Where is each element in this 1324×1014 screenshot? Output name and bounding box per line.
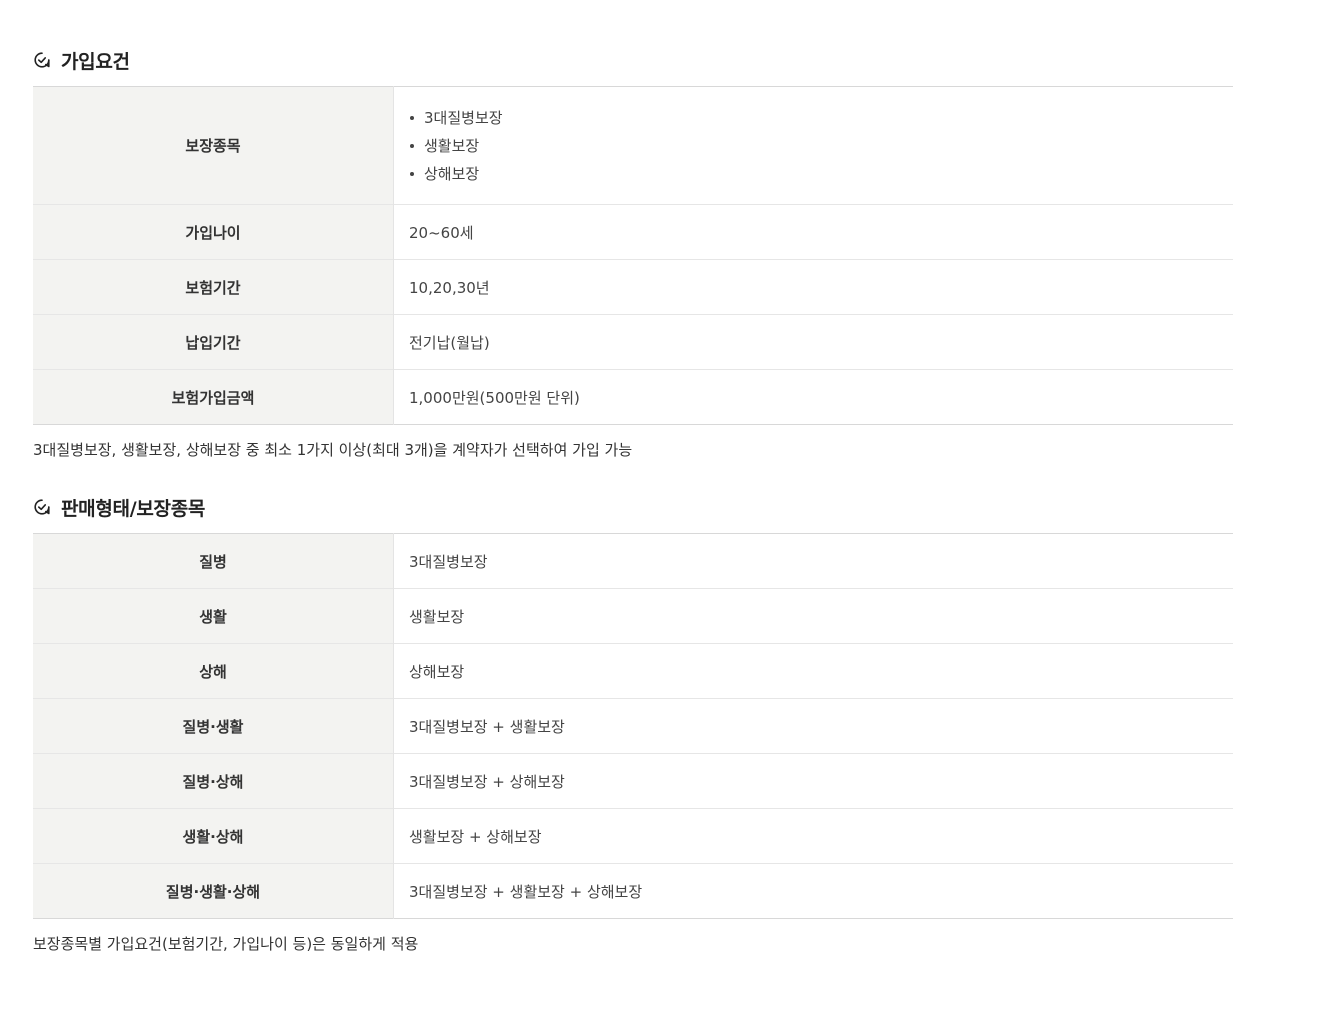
section-header-requirements: 가입요건 xyxy=(33,45,1233,75)
row-value: 10,20,30년 xyxy=(393,259,1233,315)
table-row: 질병·생활 3대질병보장 + 생활보장 xyxy=(33,698,1233,754)
requirements-table: 보장종목 3대질병보장 생활보장 상해보장 가입나이 20~60세 보험기간 1… xyxy=(33,86,1233,425)
check-circle-icon xyxy=(33,498,51,516)
row-value: 3대질병보장 xyxy=(409,552,488,571)
row-value: 전기납(월납) xyxy=(393,314,1233,370)
row-label: 생활·상해 xyxy=(33,808,394,864)
row-value: 생활보장 + 상해보장 xyxy=(393,808,1233,864)
row-label: 가입나이 xyxy=(33,204,394,260)
check-circle-icon xyxy=(33,51,51,69)
coverage-list: 3대질병보장 생활보장 상해보장 xyxy=(409,104,1233,188)
row-label: 보험가입금액 xyxy=(33,369,394,425)
row-label: 보험기간 xyxy=(33,259,394,315)
row-value: 20~60세 xyxy=(393,204,1233,260)
row-value: 상해보장 xyxy=(393,643,1233,699)
table-row: 질병 3대질병보장 xyxy=(33,533,1233,589)
table-row: 보험기간 10,20,30년 xyxy=(33,259,1233,315)
row-value: 1,000만원(500만원 단위) xyxy=(393,369,1233,425)
list-item: 상해보장 xyxy=(409,160,1233,188)
row-label: 질병·생활·상해 xyxy=(33,863,394,919)
table-row: 생활·상해 생활보장 + 상해보장 xyxy=(33,808,1233,864)
row-label: 생활 xyxy=(33,588,394,644)
row-label: 납입기간 xyxy=(33,314,394,370)
section-title: 판매형태/보장종목 xyxy=(61,497,206,520)
row-value: 3대질병보장 + 상해보장 xyxy=(393,753,1233,809)
requirements-note: 3대질병보장, 생활보장, 상해보장 중 최소 1가지 이상(최대 3개)을 계… xyxy=(33,441,633,459)
table-row: 보험가입금액 1,000만원(500만원 단위) xyxy=(33,369,1233,425)
sales-type-table: 질병 3대질병보장 생활 생활보장 상해 상해보장 질병·생활 3대질병보장 +… xyxy=(33,533,1233,919)
row-label: 질병 xyxy=(33,533,394,589)
table-row: 질병·상해 3대질병보장 + 상해보장 xyxy=(33,753,1233,809)
row-value: 3대질병보장 + 생활보장 + 상해보장 xyxy=(393,863,1233,919)
list-item: 생활보장 xyxy=(409,132,1233,160)
row-label: 상해 xyxy=(33,643,394,699)
table-row: 납입기간 전기납(월납) xyxy=(33,314,1233,370)
section-title: 가입요건 xyxy=(61,50,130,73)
table-row: 가입나이 20~60세 xyxy=(33,204,1233,260)
table-row: 보장종목 3대질병보장 생활보장 상해보장 xyxy=(33,86,1234,205)
list-item: 3대질병보장 xyxy=(409,104,1233,132)
section-header-sales-type: 판매형태/보장종목 xyxy=(33,492,1233,522)
row-value: 3대질병보장 + 생활보장 xyxy=(393,698,1233,754)
table-row: 상해 상해보장 xyxy=(33,643,1233,699)
row-label: 질병·생활 xyxy=(33,698,394,754)
sales-type-note: 보장종목별 가입요건(보험기간, 가입나이 등)은 동일하게 적용 xyxy=(33,935,419,953)
row-label: 보장종목 xyxy=(33,86,394,205)
table-row: 질병·생활·상해 3대질병보장 + 생활보장 + 상해보장 xyxy=(33,863,1233,919)
table-row: 생활 생활보장 xyxy=(33,588,1233,644)
row-value: 생활보장 xyxy=(393,588,1233,644)
row-label: 질병·상해 xyxy=(33,753,394,809)
content: 가입요건 보장종목 3대질병보장 생활보장 상해보장 가입나이 20~60세 보… xyxy=(33,0,1233,969)
row-value: 3대질병보장 생활보장 상해보장 xyxy=(394,87,1234,205)
